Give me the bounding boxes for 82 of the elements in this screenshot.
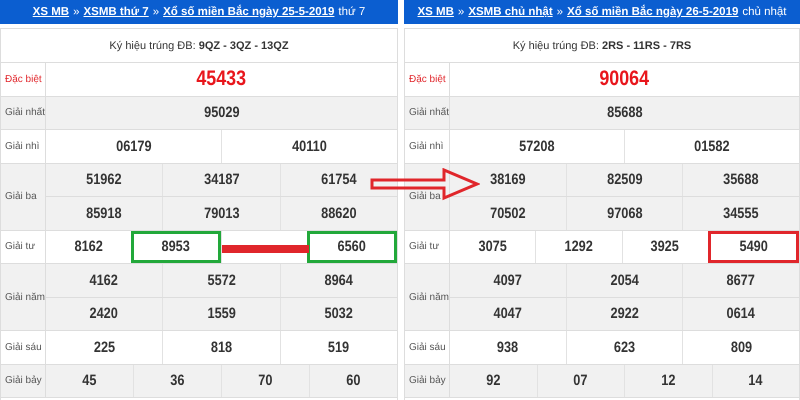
prize-label: Giải ba <box>409 191 441 202</box>
number-cell: 1559 <box>162 298 280 330</box>
number-cell-text: 45 <box>81 371 98 392</box>
number-cell-text: 4162 <box>88 270 120 291</box>
number-cell: 519 <box>280 331 397 364</box>
number-cell-text: 57208 <box>518 136 556 157</box>
number-cell-text: 38169 <box>489 170 527 190</box>
number-cell: 0614 <box>682 298 800 330</box>
highlighted-number-cell: 8953 <box>130 230 221 263</box>
number-cell: 97068 <box>566 197 682 230</box>
number-cell-text: 85918 <box>85 204 123 224</box>
breadcrumb-separator: » <box>73 6 80 18</box>
number-cell: 14 <box>712 364 799 397</box>
number-cell-text: 95029 <box>202 103 240 124</box>
number-cell: 79013 <box>162 197 280 230</box>
number-cell: 809 <box>682 331 800 364</box>
number-cell: 2922 <box>566 298 682 330</box>
number-cell: 818 <box>162 331 280 364</box>
number-cell: 623 <box>566 331 682 364</box>
number-cell: 36 <box>133 364 221 397</box>
number-cell: 82509 <box>566 164 682 196</box>
number-cell-text: 70502 <box>489 204 527 224</box>
breadcrumb-text: thứ 7 <box>338 6 366 18</box>
number-cell-text: 06179 <box>114 136 152 157</box>
breadcrumb-separator: » <box>152 6 160 18</box>
prize-label: Giải nhì <box>409 140 444 152</box>
prize-label: Giải năm <box>5 292 46 302</box>
number-cell-text: 3075 <box>477 237 508 258</box>
number-cell-text: 2420 <box>88 304 120 324</box>
prize-label: Giải năm <box>409 292 450 302</box>
prize-label: Đặc biệt <box>5 74 42 85</box>
breadcrumb-link[interactable]: Xổ số miền Bắc ngày 25-5-2019 <box>163 6 334 18</box>
breadcrumb-link[interactable]: Xổ số miền Bắc ngày 26-5-2019 <box>567 6 738 18</box>
number-cell: 70 <box>221 364 309 397</box>
prize-label: Giải nhì <box>5 140 40 152</box>
number-cell-text: 45433 <box>196 66 248 92</box>
prize-label: Giải tư <box>5 241 36 252</box>
number-cell: 5032 <box>280 298 397 330</box>
number-cell: 1292 <box>535 230 622 263</box>
prize-label: Giải ba <box>5 191 37 202</box>
number-cell: 07 <box>536 364 624 397</box>
prize-label: Đặc biệt <box>409 74 446 85</box>
highlighted-number-cell: 6560 <box>306 230 397 263</box>
number-cell: 5572 <box>162 264 280 296</box>
prize-label: Giải bảy <box>409 375 446 386</box>
prize-label: Giải sáu <box>409 342 446 353</box>
breadcrumb-link[interactable]: XS MB <box>32 6 70 18</box>
number-cell-text: 92 <box>485 371 502 392</box>
number-cell-text: 85688 <box>606 103 644 124</box>
special-symbol-text: Ký hiệu trúng ĐB: 2RS - 11RS - 7RS <box>512 40 692 52</box>
number-cell: 34555 <box>682 197 800 230</box>
number-cell: 40110 <box>221 130 397 162</box>
prize-label: Giải tư <box>409 241 440 252</box>
number-cell: 35688 <box>682 164 800 196</box>
breadcrumb-separator: » <box>556 6 564 18</box>
number-cell-text: 8162 <box>73 237 104 258</box>
number-cell: 8964 <box>280 264 397 296</box>
number-cell: 01582 <box>624 130 799 162</box>
prize-label: Giải nhất <box>5 107 46 118</box>
highlighted-number-cell: 5490 <box>708 230 799 263</box>
prize-label: Giải bảy <box>5 375 42 386</box>
prize-label: Giải nhất <box>409 107 450 118</box>
number-cell-text: 4097 <box>492 270 524 291</box>
number-cell: 2054 <box>566 264 682 296</box>
number-cell-text: 90064 <box>598 66 650 92</box>
breadcrumb-link[interactable]: XSMB thứ 7 <box>84 6 149 18</box>
number-cell-text: 4047 <box>492 304 524 324</box>
breadcrumb-separator: » <box>458 6 464 18</box>
breadcrumb-link[interactable]: XS MB <box>417 6 454 18</box>
number-cell-text: 225 <box>92 338 116 358</box>
number-cell: 34187 <box>162 164 280 196</box>
number-cell-text: 938 <box>496 338 520 358</box>
special-symbol-text: Ký hiệu trúng ĐB: 9QZ - 3QZ - 13QZ <box>109 40 289 52</box>
number-cell: 60 <box>309 364 397 397</box>
number-cell: 12 <box>624 364 712 397</box>
number-cell: 8677 <box>682 264 800 296</box>
number-cell-text: 51962 <box>85 170 123 190</box>
breadcrumb-text: chủ nhật <box>742 6 786 18</box>
number-cell: 88620 <box>280 197 397 230</box>
number-cell: 61754 <box>280 164 397 196</box>
breadcrumb-link[interactable]: XSMB chủ nhật <box>468 6 553 18</box>
prize-label: Giải sáu <box>5 342 42 353</box>
